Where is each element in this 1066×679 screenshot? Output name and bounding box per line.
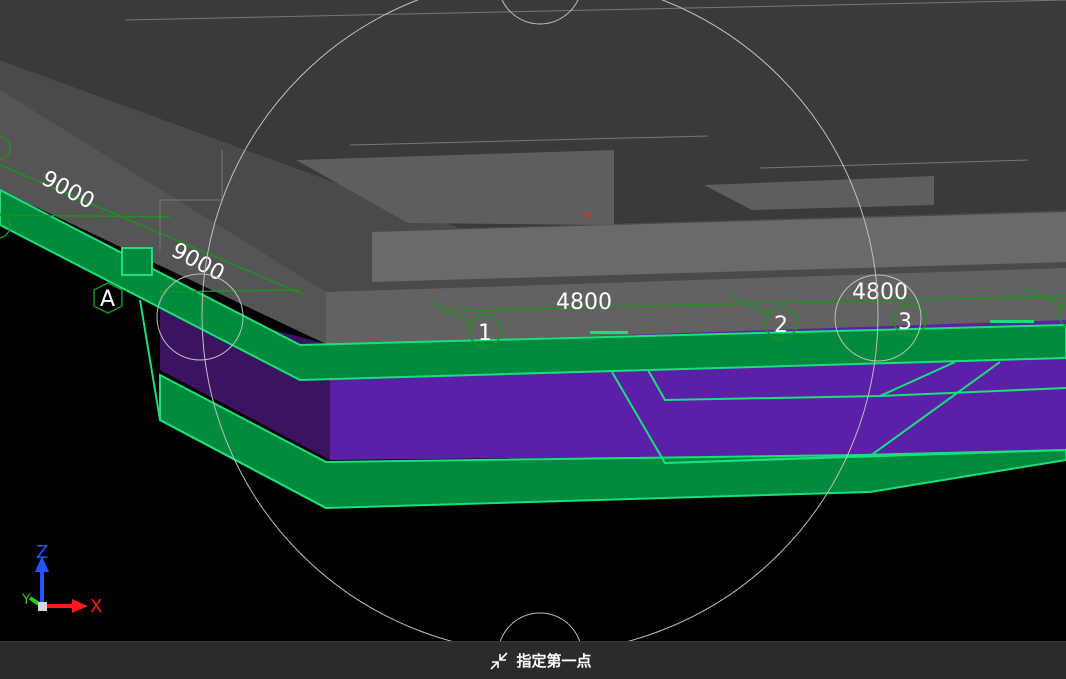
axis-y-label: Y [21,592,31,608]
beam-marker-2 [990,320,1034,323]
command-bar: 指定第一点 [0,641,1066,679]
beam-marker-1 [590,331,628,334]
axis-z-label: Z [36,542,48,563]
grid-label-2: 2 [774,313,788,338]
select-point-icon [488,650,510,672]
grid-label-a: A [100,287,115,312]
command-prompt: 指定第一点 [488,650,592,672]
command-prompt-text: 指定第一点 [516,652,592,670]
grid-label-3: 3 [898,310,912,335]
3d-viewport[interactable]: 9000 9000 4800 4800 A 1 2 3 Z X Y [0,0,1066,641]
grid-label-1: 1 [478,321,492,346]
scene-canvas[interactable]: 9000 9000 4800 4800 A 1 2 3 Z X Y [0,0,1066,641]
dimension-label-4800-b: 4800 [852,280,908,305]
axis-x-label: X [90,596,102,617]
green-end-cap [121,247,153,276]
dimension-label-4800-a: 4800 [556,290,612,315]
axis-origin [38,602,47,611]
